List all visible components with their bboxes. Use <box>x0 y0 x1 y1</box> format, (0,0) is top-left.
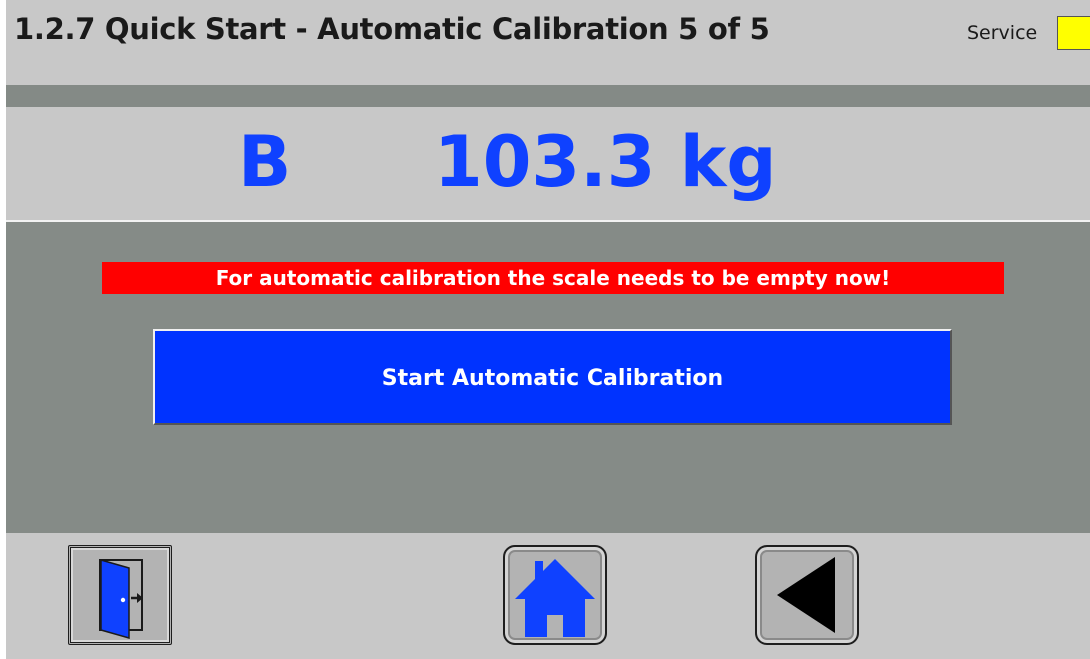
weight-value: 103.3 kg <box>434 121 777 203</box>
service-label: Service <box>967 22 1038 44</box>
page-title: 1.2.7 Quick Start - Automatic Calibratio… <box>14 12 770 46</box>
footer-nav <box>6 533 1090 659</box>
home-button[interactable] <box>503 545 607 645</box>
hmi-screen: 1.2.7 Quick Start - Automatic Calibratio… <box>6 0 1090 659</box>
start-automatic-calibration-button[interactable]: Start Automatic Calibration <box>153 329 952 425</box>
service-indicator[interactable] <box>1057 16 1090 50</box>
exit-door-icon <box>99 559 143 639</box>
exit-button[interactable] <box>68 545 172 645</box>
weight-display: B 103.3 kg <box>6 107 1090 222</box>
back-button[interactable] <box>755 545 859 645</box>
content-area: For automatic calibration the scale need… <box>6 222 1090 533</box>
back-arrow-icon <box>777 557 835 633</box>
header-bar: 1.2.7 Quick Start - Automatic Calibratio… <box>6 0 1090 85</box>
home-icon <box>515 559 595 637</box>
weight-mode: B <box>238 121 292 203</box>
header-separator-band <box>6 85 1090 107</box>
warning-message: For automatic calibration the scale need… <box>102 262 1004 294</box>
